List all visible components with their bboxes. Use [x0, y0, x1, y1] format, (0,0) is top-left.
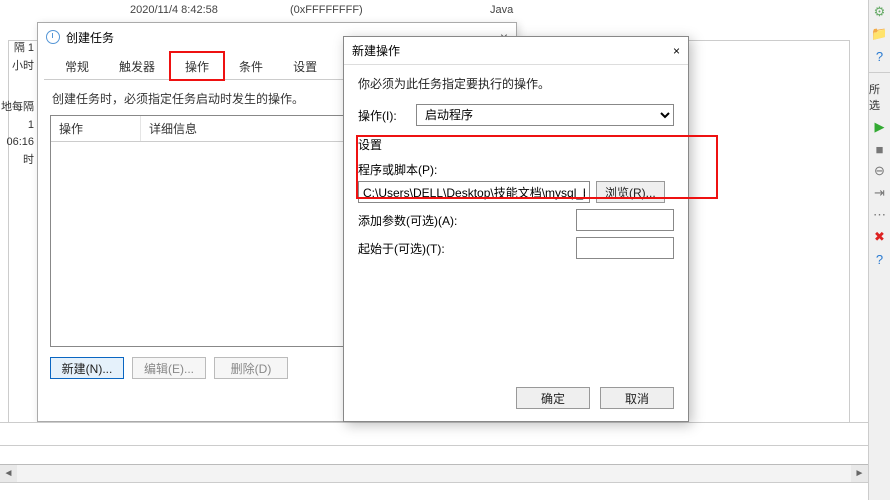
properties-icon[interactable]: ⋯ [872, 207, 888, 223]
bg-date: 2020/11/4 8:42:58 [130, 4, 260, 16]
new-action-dialog: 新建操作 × 你必须为此任务指定要执行的操作。 操作(I): 启动程序 设置 程… [343, 36, 689, 422]
scroll-left-icon[interactable]: ◄ [0, 465, 17, 482]
ok-button[interactable]: 确定 [516, 387, 590, 409]
args-input[interactable] [576, 209, 674, 231]
delete-button[interactable]: 删除(D) [214, 357, 288, 379]
gear-icon[interactable]: ⚙ [872, 4, 888, 20]
bg-left-3: 06:16 时 [0, 134, 34, 169]
col-action[interactable]: 操作 [51, 116, 141, 141]
bg-java: Java [490, 4, 620, 16]
tab-conditions[interactable]: 条件 [224, 52, 278, 80]
dialog-title: 新建操作 [352, 42, 400, 59]
settings-group-title: 设置 [358, 136, 674, 153]
export-icon[interactable]: ⇥ [872, 185, 888, 201]
bg-left-1: 隔 1 小时 [0, 40, 34, 75]
stop-icon[interactable]: ■ [872, 141, 888, 157]
help-icon[interactable]: ? [872, 48, 888, 64]
bottom-panel [0, 482, 868, 500]
h-scrollbar[interactable]: ◄ ► [0, 465, 868, 482]
new-button[interactable]: 新建(N)... [50, 357, 124, 379]
disable-icon[interactable]: ⊖ [872, 163, 888, 179]
tab-triggers[interactable]: 触发器 [104, 52, 170, 80]
bg-hex: (0xFFFFFFFF) [290, 4, 420, 16]
startin-input[interactable] [576, 237, 674, 259]
tab-actions[interactable]: 操作 [170, 52, 224, 80]
tab-settings[interactable]: 设置 [278, 52, 332, 80]
startin-label: 起始于(可选)(T): [358, 240, 445, 257]
cancel-button[interactable]: 取消 [600, 387, 674, 409]
delete-icon[interactable]: ✖ [872, 229, 888, 245]
gap-strip [0, 422, 868, 445]
script-input[interactable] [358, 181, 590, 203]
close-icon[interactable]: × [673, 44, 680, 58]
script-label: 程序或脚本(P): [358, 161, 674, 178]
folder-icon[interactable]: 📁 [872, 26, 888, 42]
scroll-right-icon[interactable]: ► [851, 465, 868, 482]
help-icon[interactable]: ? [872, 251, 888, 267]
divider [0, 445, 868, 446]
right-sidebar: ⚙ 📁 ? 所选 ▶ ■ ⊖ ⇥ ⋯ ✖ ? [868, 0, 890, 500]
browse-button[interactable]: 浏览(R)... [596, 181, 665, 203]
selection-label: 所选 [869, 81, 890, 113]
dialog-title: 创建任务 [66, 29, 114, 46]
bg-left-2: 地每隔 1 [0, 99, 34, 134]
bg-row: 2020/11/4 8:42:58 (0xFFFFFFFF) Java [0, 0, 890, 20]
bg-left-text: 隔 1 小时 地每隔 1 06:16 时 [0, 40, 36, 170]
tab-general[interactable]: 常规 [50, 52, 104, 80]
edit-button[interactable]: 编辑(E)... [132, 357, 206, 379]
task-icon [46, 30, 60, 44]
operation-label: 操作(I): [358, 107, 408, 124]
operation-select[interactable]: 启动程序 [416, 104, 674, 126]
play-icon[interactable]: ▶ [872, 119, 888, 135]
args-label: 添加参数(可选)(A): [358, 212, 457, 229]
intro-text: 你必须为此任务指定要执行的操作。 [358, 75, 674, 92]
